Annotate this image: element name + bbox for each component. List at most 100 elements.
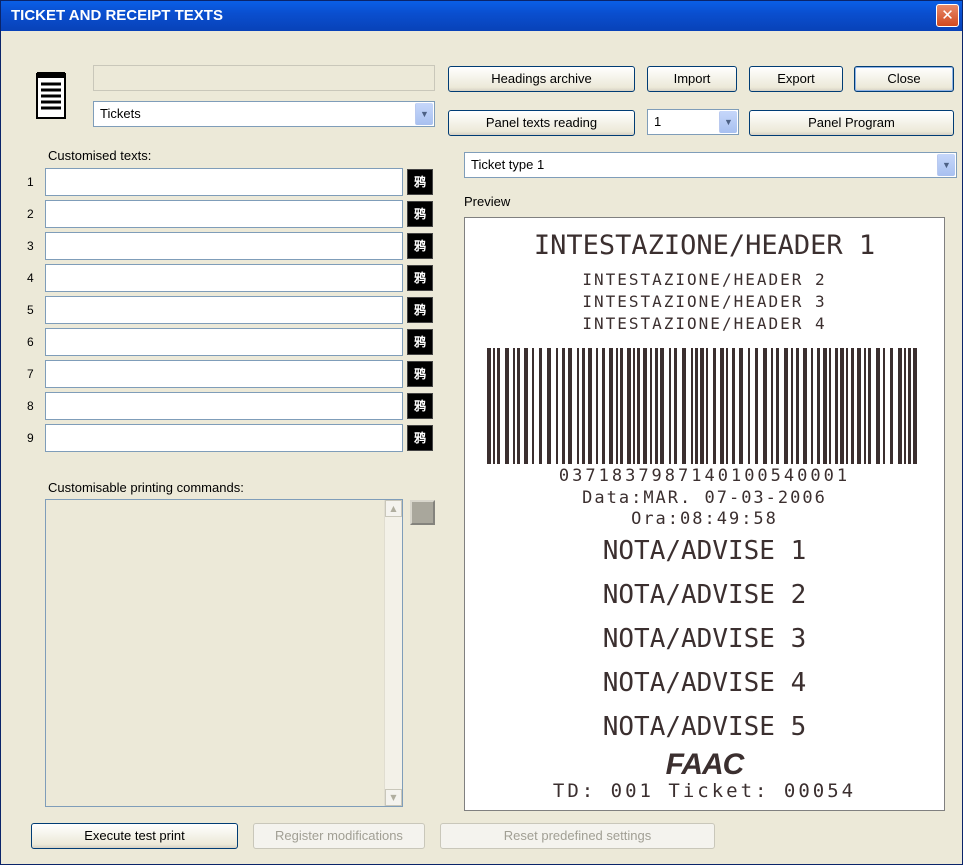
barcode-bar [883, 348, 885, 464]
barcode-number: 0371837987140100540001 [558, 466, 851, 486]
panel-texts-reading-button[interactable]: Panel texts reading [448, 110, 635, 136]
font-style-icon[interactable]: 鸦 [407, 361, 433, 387]
name-field [93, 65, 435, 91]
row-number: 8 [27, 399, 34, 413]
barcode-bar [898, 348, 902, 464]
barcode-bar [908, 348, 911, 464]
category-select[interactable]: Tickets ▼ [93, 101, 435, 127]
barcode-bar [695, 348, 698, 464]
command-insert-button[interactable] [410, 500, 435, 525]
barcode-bar [857, 348, 861, 464]
customised-text-field[interactable] [45, 264, 403, 292]
customised-text-field[interactable] [45, 328, 403, 356]
barcode-bar [876, 348, 880, 464]
font-style-icon[interactable]: 鸦 [407, 169, 433, 195]
barcode-bar [582, 348, 585, 464]
font-style-icon[interactable]: 鸦 [407, 201, 433, 227]
font-style-icon[interactable]: 鸦 [407, 425, 433, 451]
barcode-bar [524, 348, 528, 464]
scroll-up-button[interactable]: ▲ [385, 500, 402, 517]
panel-program-button[interactable]: Panel Program [749, 110, 954, 136]
barcode-bar [713, 348, 716, 464]
panel-number-value: 1 [654, 114, 662, 129]
barcode-bar [650, 348, 652, 464]
font-style-icon[interactable]: 鸦 [407, 297, 433, 323]
barcode-bar [890, 348, 893, 464]
row-number: 9 [27, 431, 34, 445]
preview-note-5: NOTA/ADVISE 5 [602, 712, 807, 742]
barcode-bar [840, 348, 844, 464]
customised-text-field[interactable] [45, 168, 403, 196]
barcode-bar [796, 348, 799, 464]
preview-header-3: INTESTAZIONE/HEADER 3 [582, 292, 827, 311]
preview-note-2: NOTA/ADVISE 2 [602, 580, 807, 610]
window-close-button[interactable]: ✕ [936, 4, 959, 27]
barcode-bar [748, 348, 750, 464]
commands-scrollbar[interactable]: ▲ ▼ [384, 500, 402, 806]
register-modifications-button[interactable]: Register modifications [253, 823, 425, 849]
barcode-bar [817, 348, 820, 464]
row-number: 7 [27, 367, 34, 381]
row-number: 4 [27, 271, 34, 285]
font-style-icon[interactable]: 鸦 [407, 393, 433, 419]
barcode-bar [487, 348, 491, 464]
barcode-bar [771, 348, 773, 464]
execute-test-print-button[interactable]: Execute test print [31, 823, 238, 849]
barcode-bar [517, 348, 520, 464]
preview-note-3: NOTA/ADVISE 3 [602, 624, 807, 654]
printing-commands-textarea[interactable]: ▲ ▼ [45, 499, 403, 807]
chevron-down-icon[interactable]: ▼ [937, 154, 955, 176]
barcode-bar [547, 348, 551, 464]
category-select-value: Tickets [100, 106, 141, 121]
barcode-bar [596, 348, 598, 464]
customised-text-field[interactable] [45, 232, 403, 260]
barcode [487, 348, 919, 464]
barcode-bar [720, 348, 724, 464]
chevron-down-icon[interactable]: ▼ [415, 103, 433, 125]
close-button[interactable]: Close [854, 66, 954, 92]
barcode-bar [660, 348, 664, 464]
row-number: 5 [27, 303, 34, 317]
customised-text-field[interactable] [45, 296, 403, 324]
barcode-bar [539, 348, 542, 464]
preview-date: Data:MAR. 07-03-2006 [582, 488, 827, 508]
barcode-bar [655, 348, 658, 464]
barcode-bar [868, 348, 871, 464]
preview-header-2: INTESTAZIONE/HEADER 2 [582, 270, 827, 289]
title-bar: TICKET AND RECEIPT TEXTS [1, 1, 962, 31]
chevron-down-icon[interactable]: ▼ [719, 111, 737, 133]
row-number: 1 [27, 175, 34, 189]
panel-number-select[interactable]: 1 ▼ [647, 109, 739, 135]
barcode-bar [513, 348, 515, 464]
headings-archive-button[interactable]: Headings archive [448, 66, 635, 92]
customised-text-field[interactable] [45, 360, 403, 388]
barcode-bar [864, 348, 866, 464]
barcode-bar [739, 348, 743, 464]
customised-text-field[interactable] [45, 200, 403, 228]
ticket-preview: INTESTAZIONE/HEADER 1 INTESTAZIONE/HEADE… [464, 217, 945, 811]
font-style-icon[interactable]: 鸦 [407, 233, 433, 259]
export-button[interactable]: Export [749, 66, 843, 92]
font-style-icon[interactable]: 鸦 [407, 329, 433, 355]
barcode-bar [784, 348, 788, 464]
preview-footer: TD: 001 Ticket: 00054 [552, 780, 857, 802]
barcode-bar [556, 348, 558, 464]
scroll-down-button[interactable]: ▼ [385, 789, 402, 806]
preview-note-4: NOTA/ADVISE 4 [602, 668, 807, 698]
font-style-icon[interactable]: 鸦 [407, 265, 433, 291]
ticket-type-select[interactable]: Ticket type 1 ▼ [464, 152, 957, 178]
preview-time: Ora:08:49:58 [631, 509, 778, 529]
barcode-bar [493, 348, 495, 464]
ticket-receipt-texts-dialog: TICKET AND RECEIPT TEXTS ✕ Tickets ▼ Hea… [0, 0, 963, 865]
reset-predefined-settings-button[interactable]: Reset predefined settings [440, 823, 715, 849]
barcode-bar [674, 348, 677, 464]
barcode-bar [823, 348, 827, 464]
customised-text-field[interactable] [45, 424, 403, 452]
import-button[interactable]: Import [647, 66, 737, 92]
window-title: TICKET AND RECEIPT TEXTS [11, 7, 223, 24]
barcode-bar [633, 348, 635, 464]
barcode-bar [732, 348, 735, 464]
barcode-bar [588, 348, 592, 464]
barcode-bar [505, 348, 509, 464]
customised-text-field[interactable] [45, 392, 403, 420]
